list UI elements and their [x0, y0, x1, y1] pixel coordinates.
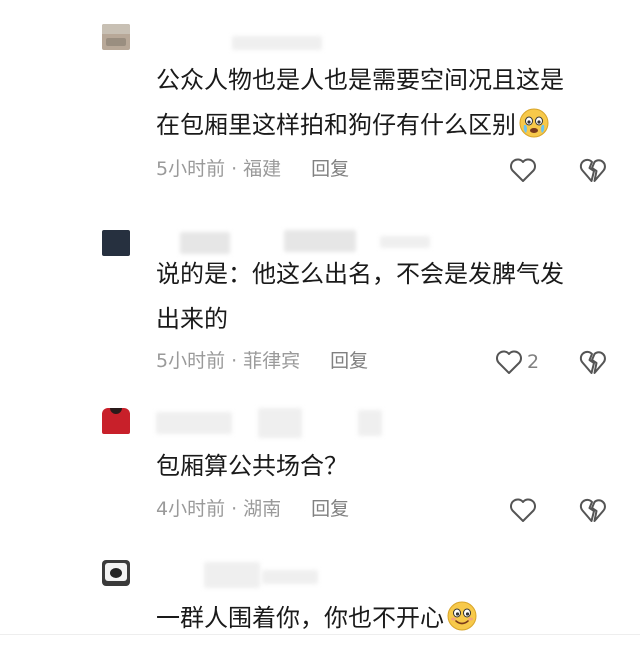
username-blurred[interactable] — [180, 232, 230, 254]
comment-meta: 5小时前 · 福建 回复 — [156, 154, 349, 184]
comment-text-line: 包厢算公共场合？ — [156, 452, 348, 480]
like-button[interactable] — [508, 156, 538, 184]
timestamp: 5小时前 — [156, 350, 226, 372]
username-blurred[interactable] — [284, 230, 356, 252]
comment-text-line: 在包厢里这样拍和狗仔有什么区别 — [156, 103, 606, 148]
reply-button[interactable]: 回复 — [311, 154, 349, 184]
avatar[interactable] — [102, 230, 130, 256]
dislike-button[interactable] — [578, 496, 608, 524]
comment-text-line: 公众人物也是人也是需要空间况且这是 — [156, 66, 564, 94]
comment-meta: 4小时前 · 湖南 回复 — [156, 494, 349, 524]
broken-heart-icon — [579, 350, 606, 374]
broken-heart-icon — [579, 498, 606, 522]
username-blurred[interactable] — [232, 36, 322, 50]
divider — [0, 634, 640, 635]
heart-icon — [510, 498, 536, 522]
username-blurred[interactable] — [204, 562, 260, 588]
reply-button[interactable]: 回复 — [330, 346, 368, 376]
avatar[interactable] — [102, 560, 130, 586]
location: 湖南 — [243, 498, 282, 520]
like-count: 2 — [527, 351, 540, 373]
separator: · — [231, 498, 238, 520]
like-button[interactable] — [508, 496, 538, 524]
comment-text: 公众人物也是人也是需要空间况且这是 在包厢里这样拍和狗仔有什么区别 — [156, 58, 606, 148]
comment-text-line: 说的是：他这么出名，不会是发脾气发 — [156, 260, 564, 288]
username-blurred[interactable] — [262, 570, 318, 584]
username-blurred[interactable] — [358, 410, 382, 436]
crying-face-emoji — [519, 108, 549, 138]
heart-icon — [510, 158, 536, 182]
heart-icon — [496, 350, 522, 374]
comment-text-line: 出来的 — [156, 305, 228, 333]
broken-heart-icon — [579, 158, 606, 182]
like-button[interactable] — [494, 348, 524, 376]
reply-button[interactable]: 回复 — [311, 494, 349, 524]
avatar[interactable] — [102, 24, 130, 50]
separator: · — [231, 158, 238, 180]
dislike-button[interactable] — [578, 156, 608, 184]
username-blurred[interactable] — [380, 236, 430, 248]
location: 菲律宾 — [243, 350, 301, 372]
comment-text: 包厢算公共场合？ — [156, 444, 606, 489]
location: 福建 — [243, 158, 282, 180]
comment-text: 说的是：他这么出名，不会是发脾气发 出来的 — [156, 252, 606, 342]
comment-meta: 5小时前 · 菲律宾 回复 — [156, 346, 368, 376]
smiling-face-emoji — [447, 601, 477, 631]
dislike-button[interactable] — [578, 348, 608, 376]
timestamp: 4小时前 — [156, 498, 226, 520]
separator: · — [231, 350, 238, 372]
timestamp: 5小时前 — [156, 158, 226, 180]
avatar[interactable] — [102, 408, 130, 434]
username-blurred[interactable] — [156, 412, 232, 434]
username-blurred[interactable] — [258, 408, 302, 438]
